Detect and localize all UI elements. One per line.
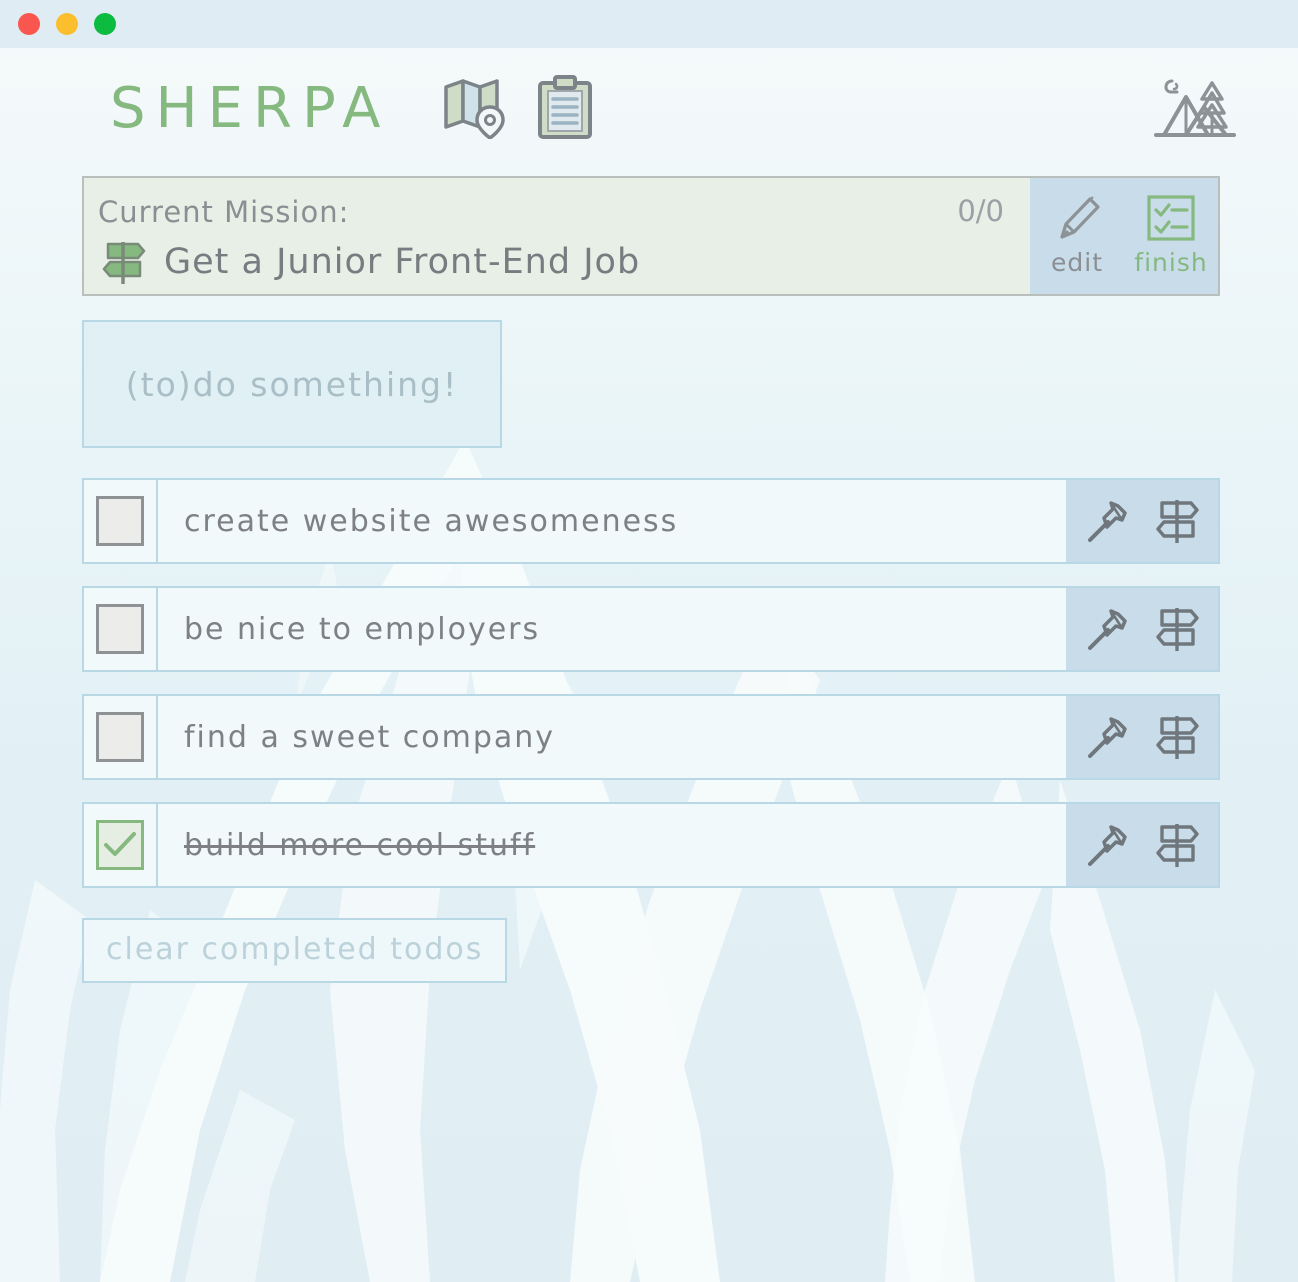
signpost-icon[interactable]	[1150, 818, 1204, 872]
todo-actions	[1066, 696, 1218, 778]
todo-checkbox[interactable]	[96, 496, 144, 546]
app-header: SHERPA	[0, 48, 1298, 168]
pencil-icon	[1049, 190, 1105, 246]
new-todo-input[interactable]	[82, 320, 502, 448]
signpost-icon	[98, 236, 150, 288]
mission-progress-count: 0/0	[957, 194, 1004, 228]
clear-completed-button[interactable]: clear completed todos	[82, 918, 508, 983]
signpost-icon[interactable]	[1150, 602, 1204, 656]
todo-checkbox-cell[interactable]	[84, 480, 158, 562]
todo-label[interactable]: be nice to employers	[158, 588, 1066, 670]
todo-actions	[1066, 588, 1218, 670]
todo-actions	[1066, 480, 1218, 562]
todo-checkbox[interactable]	[96, 820, 144, 870]
app-window: SHERPA Current Mission: Get a Junior Fro…	[0, 0, 1298, 1282]
window-titlebar	[0, 0, 1298, 48]
mission-text-block: Current Mission: Get a Junior Front-End …	[84, 178, 957, 294]
window-close-button[interactable]	[18, 13, 40, 35]
mission-title: Get a Junior Front-End Job	[164, 242, 641, 283]
camp-icon-wrapper	[1142, 73, 1238, 143]
todo-actions	[1066, 804, 1218, 886]
checklist-icon	[1143, 190, 1199, 246]
signpost-icon[interactable]	[1150, 494, 1204, 548]
map-icon[interactable]	[442, 77, 508, 139]
todo-list: create website awesomeness be nice to emp…	[82, 478, 1220, 888]
todo-checkbox-cell[interactable]	[84, 804, 158, 886]
app-logo: SHERPA	[110, 75, 391, 141]
header-icon-group	[442, 75, 594, 141]
mission-actions: edit finish	[1030, 178, 1218, 294]
todo-row: find a sweet company	[82, 694, 1220, 780]
mission-label: Current Mission:	[98, 195, 350, 229]
todo-row: be nice to employers	[82, 586, 1220, 672]
axe-icon[interactable]	[1080, 494, 1134, 548]
mission-title-row: Get a Junior Front-End Job	[98, 236, 957, 288]
edit-mission-button[interactable]: edit	[1035, 190, 1119, 277]
clipboard-icon[interactable]	[536, 75, 594, 141]
todo-label[interactable]: find a sweet company	[158, 696, 1066, 778]
axe-icon[interactable]	[1080, 818, 1134, 872]
axe-icon[interactable]	[1080, 602, 1134, 656]
todo-checkbox[interactable]	[96, 604, 144, 654]
todo-checkbox[interactable]	[96, 712, 144, 762]
todo-label[interactable]: build more cool stuff	[158, 804, 1066, 886]
current-mission-banner: Current Mission: Get a Junior Front-End …	[82, 176, 1220, 296]
camp-icon[interactable]	[1142, 73, 1238, 143]
todo-row: build more cool stuff	[82, 802, 1220, 888]
signpost-icon[interactable]	[1150, 710, 1204, 764]
finish-mission-button[interactable]: finish	[1129, 190, 1213, 277]
finish-mission-label: finish	[1134, 248, 1208, 277]
window-minimize-button[interactable]	[56, 13, 78, 35]
edit-mission-label: edit	[1051, 248, 1103, 277]
axe-icon[interactable]	[1080, 710, 1134, 764]
window-zoom-button[interactable]	[94, 13, 116, 35]
todo-row: create website awesomeness	[82, 478, 1220, 564]
todo-checkbox-cell[interactable]	[84, 588, 158, 670]
app-content: SHERPA Current Mission: Get a Junior Fro…	[0, 48, 1298, 1282]
todo-label[interactable]: create website awesomeness	[158, 480, 1066, 562]
todo-checkbox-cell[interactable]	[84, 696, 158, 778]
